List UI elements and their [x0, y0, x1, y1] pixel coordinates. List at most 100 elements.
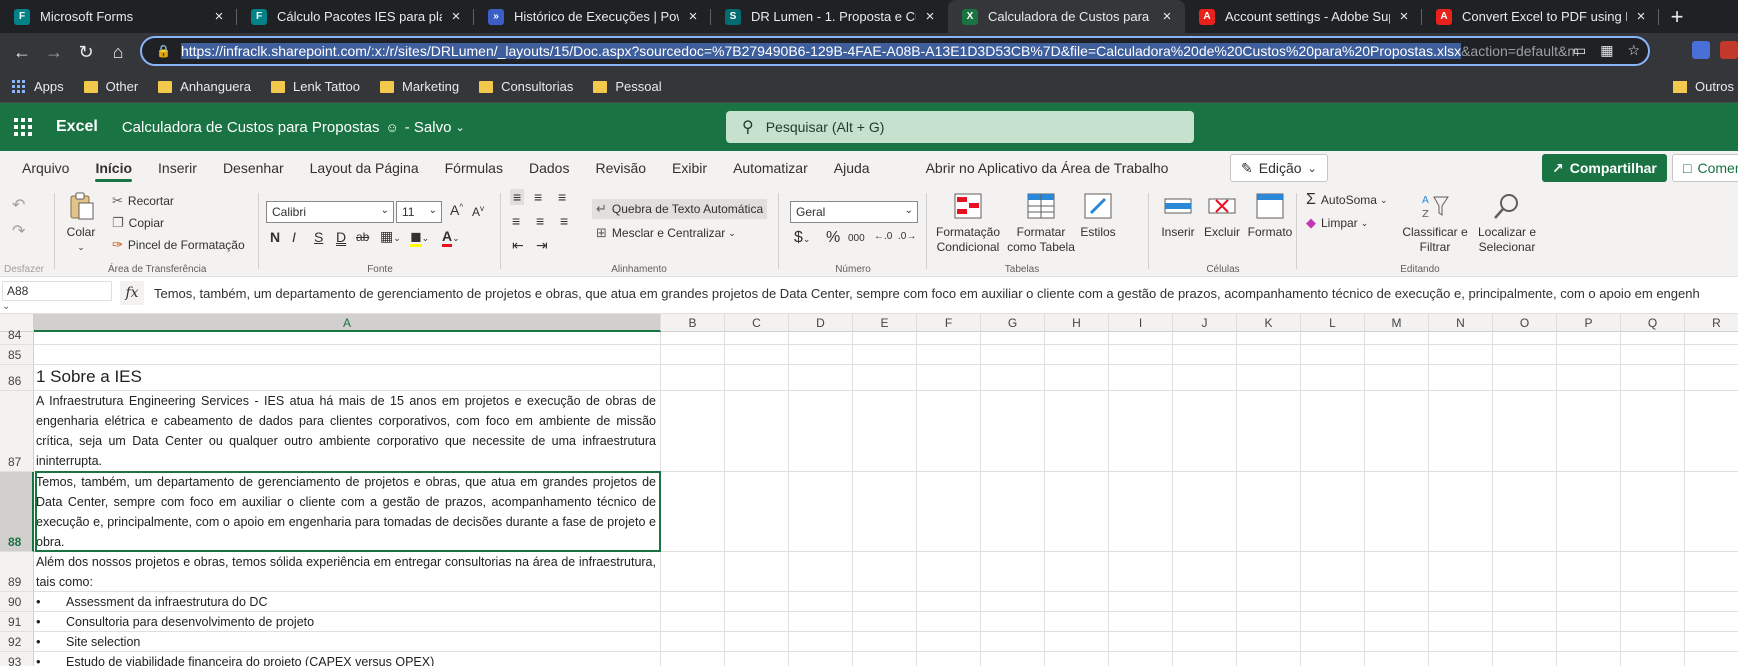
row-header[interactable]: 86	[0, 365, 34, 391]
search-box[interactable]: ⚲ Pesquisar (Alt + G)	[726, 111, 1194, 143]
translate-extension-icon[interactable]	[1692, 41, 1710, 59]
column-header[interactable]: L	[1301, 314, 1365, 332]
format-as-table-button[interactable]: Formatar como Tabela	[1006, 191, 1076, 255]
bookmark-folder[interactable]: Anhanguera	[158, 79, 251, 94]
row-header[interactable]: 87	[0, 391, 34, 472]
delete-cells-button[interactable]: Excluir	[1200, 191, 1244, 240]
table-cell[interactable]: • Estudo de viabilidade financeira do pro…	[36, 652, 656, 666]
font-name-dropdown[interactable]: Calibri ⌄	[266, 201, 394, 223]
insert-cells-button[interactable]: Inserir	[1158, 191, 1198, 240]
ribbon-tab[interactable]: Início	[95, 151, 132, 185]
number-format-dropdown[interactable]: Geral ⌄	[790, 201, 918, 223]
close-icon[interactable]: ×	[1159, 8, 1175, 25]
align-bottom-icon[interactable]: ≡	[558, 189, 566, 205]
save-status[interactable]: - Salvo	[405, 119, 452, 136]
document-title[interactable]: Calculadora de Custos para Propostas	[122, 119, 380, 136]
browser-tab[interactable]: A Convert Excel to PDF using Powe ×	[1422, 0, 1659, 33]
find-select-button[interactable]: Localizar e Selecionar	[1472, 191, 1542, 255]
close-icon[interactable]: ×	[1396, 8, 1412, 25]
column-header[interactable]: C	[725, 314, 789, 332]
column-header[interactable]: J	[1173, 314, 1237, 332]
close-icon[interactable]: ×	[922, 8, 938, 25]
fill-color-icon[interactable]: ◼⌄	[410, 228, 429, 247]
conditional-formatting-button[interactable]: Formatação Condicional	[936, 191, 1000, 255]
row-header[interactable]: 90	[0, 592, 34, 612]
row-header[interactable]: 91	[0, 612, 34, 632]
ribbon-tab[interactable]: Revisão	[595, 151, 646, 185]
column-header[interactable]: I	[1109, 314, 1173, 332]
table-cell[interactable]: • Consultoria para desenvolvimento de pro…	[36, 612, 656, 632]
increase-decimal-icon[interactable]: ←.0	[874, 231, 892, 242]
close-icon[interactable]: ×	[211, 8, 227, 25]
column-header[interactable]: B	[661, 314, 725, 332]
column-header[interactable]: G	[981, 314, 1045, 332]
autosum-button[interactable]: Σ AutoSoma ⌄	[1306, 191, 1387, 209]
ribbon-tab[interactable]: Ajuda	[834, 151, 870, 185]
column-header[interactable]: N	[1429, 314, 1493, 332]
qr-icon[interactable]: ▦	[1600, 42, 1613, 59]
wrap-text-button[interactable]: ↵ Quebra de Texto Automática	[592, 199, 768, 219]
bold-button[interactable]: N	[270, 229, 280, 245]
ribbon-tab[interactable]: Dados	[529, 151, 569, 185]
table-cell[interactable]: • Assessment da infraestrutura do DC	[36, 592, 656, 612]
formula-input[interactable]: Temos, também, um departamento de gerenc…	[154, 286, 1700, 301]
ribbon-tab[interactable]: Fórmulas	[445, 151, 503, 185]
new-tab-button[interactable]: +	[1659, 0, 1695, 33]
increase-indent-icon[interactable]: ⇥	[536, 237, 548, 254]
reload-icon[interactable]: ↻	[70, 36, 102, 68]
format-cells-button[interactable]: Formato	[1246, 191, 1294, 240]
column-header[interactable]: K	[1237, 314, 1301, 332]
thousands-separator-button[interactable]: 000	[848, 233, 865, 244]
table-cell[interactable]: 1 Sobre a IES	[36, 367, 656, 387]
font-color-icon[interactable]: A⌄	[442, 228, 460, 247]
underline-button[interactable]: S	[314, 229, 323, 245]
browser-tab[interactable]: F Cálculo Pacotes IES para planos ×	[237, 0, 474, 33]
bookmark-star-icon[interactable]: ☆	[1627, 42, 1640, 59]
bookmark-apps[interactable]: Apps	[12, 79, 64, 94]
bookmark-folder[interactable]: Other	[83, 79, 138, 94]
comments-button[interactable]: □ Comentários	[1672, 154, 1738, 182]
cut-button[interactable]: ✂ Recortar	[112, 193, 174, 209]
share-button[interactable]: ↗ Compartilhar	[1542, 154, 1667, 182]
align-left-icon[interactable]: ≡	[512, 213, 520, 229]
ribbon-tab[interactable]: Desenhar	[223, 151, 284, 185]
bookmark-folder[interactable]: Marketing	[379, 79, 459, 94]
align-center-icon[interactable]: ≡	[536, 213, 544, 229]
close-icon[interactable]: ×	[1633, 8, 1649, 25]
bookmark-folder[interactable]: Consultorias	[479, 79, 573, 94]
redo-icon[interactable]: ↷	[12, 221, 25, 241]
row-header[interactable]: 93	[0, 652, 34, 666]
column-header[interactable]: O	[1493, 314, 1557, 332]
decrease-decimal-icon[interactable]: .0→	[898, 231, 916, 242]
column-header[interactable]: P	[1557, 314, 1621, 332]
bookmark-folder[interactable]: Lenk Tattoo	[271, 79, 360, 94]
bookmark-folder[interactable]: Pessoal	[593, 79, 662, 94]
table-cell[interactable]: Temos, também, um departamento de gerenc…	[36, 472, 656, 552]
row-header[interactable]: 89	[0, 552, 34, 592]
row-header[interactable]: 85	[0, 345, 34, 365]
row-header[interactable]: 88	[0, 472, 34, 552]
ribbon-tab[interactable]: Abrir no Aplicativo da Área de Trabalho	[926, 151, 1169, 185]
currency-format-button[interactable]: $⌄	[794, 229, 810, 247]
format-painter-button[interactable]: ✑ Pincel de Formatação	[112, 237, 245, 253]
ribbon-tab[interactable]: Layout da Página	[310, 151, 419, 185]
double-underline-button[interactable]: D	[336, 229, 346, 245]
cell-styles-button[interactable]: Estilos	[1080, 191, 1116, 240]
clear-button[interactable]: ◆ Limpar ⌄	[1306, 215, 1368, 231]
strikethrough-button[interactable]: ab	[356, 230, 369, 244]
ribbon-tab[interactable]: Arquivo	[22, 151, 69, 185]
browser-tab[interactable]: » Histórico de Execuções | Power A ×	[474, 0, 711, 33]
spreadsheet-grid[interactable]: A B C D E F G H I J K L M N O P Q R 84 85 86 1 Sobre a IES 87 A…	[0, 314, 1738, 666]
browser-tab[interactable]: F Microsoft Forms ×	[0, 0, 237, 33]
grow-font-icon[interactable]: A^	[450, 202, 463, 218]
ribbon-tab[interactable]: Automatizar	[733, 151, 808, 185]
editing-mode-button[interactable]: ✎ Edição ⌄	[1230, 154, 1328, 182]
copy-button[interactable]: ❐ Copiar	[112, 215, 164, 231]
adobe-extension-icon[interactable]	[1720, 41, 1738, 59]
column-header[interactable]: D	[789, 314, 853, 332]
italic-button[interactable]: I	[292, 229, 296, 245]
browser-tab[interactable]: A Account settings - Adobe Suppo ×	[1185, 0, 1422, 33]
table-cell[interactable]: Além dos nossos projetos e obras, temos …	[36, 552, 656, 592]
column-header[interactable]: H	[1045, 314, 1109, 332]
merge-center-button[interactable]: ⊞ Mesclar e Centralizar ⌄	[596, 225, 736, 241]
